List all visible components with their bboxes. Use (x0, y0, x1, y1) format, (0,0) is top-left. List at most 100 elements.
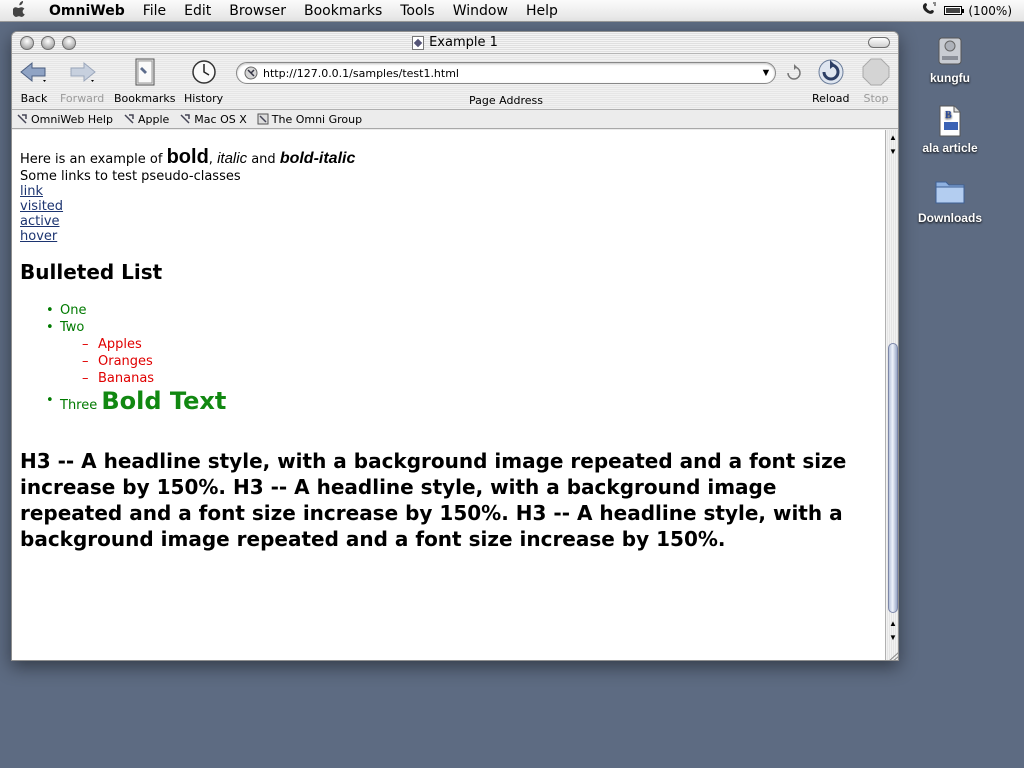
menu-app-name[interactable]: OmniWeb (40, 3, 134, 19)
text-document-icon: B (939, 105, 961, 137)
reload-icon (818, 59, 844, 85)
bold-italic-example: bold-italic (279, 150, 356, 167)
desktop-icon-kungfu[interactable]: kungfu (900, 34, 1000, 85)
link-active[interactable]: active (20, 214, 60, 229)
intro-and: and (247, 152, 280, 167)
menu-bar: OmniWeb File Edit Browser Bookmarks Tool… (0, 0, 1024, 22)
list-item-label: One (60, 303, 87, 318)
scroll-down-arrow-icon[interactable]: ▼ (886, 146, 898, 158)
small-refresh-icon[interactable] (786, 64, 802, 82)
history-label: History (184, 92, 224, 105)
bookmark-label: The Omni Group (271, 112, 363, 126)
menu-bookmarks[interactable]: Bookmarks (295, 3, 391, 19)
window-title-group: Example 1 (412, 35, 498, 50)
forward-arrow-icon (70, 61, 96, 83)
link-visited[interactable]: visited (20, 199, 63, 214)
nested-list-item: Bananas (82, 370, 877, 387)
toolbar-toggle-button[interactable] (868, 37, 890, 48)
nested-list-item: Oranges (82, 353, 877, 370)
minimize-window-button[interactable] (41, 36, 55, 50)
link-link[interactable]: link (20, 184, 43, 199)
menu-window[interactable]: Window (444, 3, 517, 19)
stop-button[interactable]: Stop (860, 56, 892, 105)
forward-button[interactable]: Forward (60, 56, 104, 105)
title-bar[interactable]: Example 1 (12, 32, 898, 54)
svg-text:B: B (945, 110, 952, 121)
desktop-icon-label: Downloads (917, 211, 982, 225)
menu-browser[interactable]: Browser (220, 3, 295, 19)
address-bar[interactable]: ▼ (236, 62, 776, 84)
scroll-thumb[interactable] (888, 343, 898, 613)
intro-comma: , (208, 152, 218, 167)
back-button[interactable]: Back (18, 56, 50, 105)
battery-fill (946, 8, 961, 13)
bold-text: Bold Text (101, 387, 227, 415)
bookmark-link-icon (124, 114, 134, 124)
reload-label: Reload (812, 92, 850, 105)
browser-window: Example 1 Back Forward Bookmarks History… (11, 31, 899, 661)
list-item-two: Two Apples Oranges Bananas (46, 319, 877, 387)
scroll-up-arrow-icon[interactable]: ▲ (886, 618, 898, 630)
bookmark-apple[interactable]: Apple (123, 113, 169, 126)
link-hover[interactable]: hover (20, 229, 57, 244)
url-input[interactable] (263, 66, 757, 80)
zoom-window-button[interactable] (62, 36, 76, 50)
bookmarks-label: Bookmarks (114, 92, 176, 105)
bold-example: bold (166, 146, 209, 168)
bookmark-link-icon (17, 114, 27, 124)
list-item-label: Two (60, 320, 85, 335)
menu-help[interactable]: Help (517, 3, 567, 19)
menu-tools[interactable]: Tools (391, 3, 444, 19)
bookmark-mac-os-x[interactable]: Mac OS X (179, 113, 247, 126)
folder-icon (935, 181, 965, 204)
menu-file[interactable]: File (134, 3, 175, 19)
bookmark-omni-group[interactable]: The Omni Group (257, 113, 362, 126)
battery-icon[interactable] (944, 6, 965, 15)
vertical-scrollbar[interactable]: ▲ ▼ ▲ ▼ (885, 130, 898, 660)
stop-octagon-icon (862, 58, 890, 86)
page-address-label: Page Address (469, 94, 543, 107)
reload-button[interactable]: Reload (812, 56, 849, 105)
phone-icon[interactable] (922, 2, 938, 19)
battery-percentage[interactable]: (100%) (968, 4, 1012, 18)
address-dropdown-arrow-icon[interactable]: ▼ (757, 67, 775, 79)
desktop-icon-ala-article[interactable]: B ala article (900, 104, 1000, 155)
scroll-down-arrow-icon[interactable]: ▼ (886, 632, 898, 644)
back-label: Back (20, 92, 48, 105)
bulleted-list-heading: Bulleted List (20, 260, 163, 284)
nested-list-item: Apples (82, 336, 877, 353)
bookmarks-bar: OmniWeb Help Apple Mac OS X The Omni Gro… (12, 110, 898, 129)
bulleted-list: One Two Apples Oranges Bananas Three Bol… (46, 302, 877, 420)
document-proxy-icon[interactable] (412, 35, 425, 50)
bookmark-folder-icon (257, 113, 269, 125)
close-window-button[interactable] (20, 36, 34, 50)
links-heading: Some links to test pseudo-classes (20, 169, 241, 184)
history-button[interactable]: History (184, 56, 223, 105)
menu-edit[interactable]: Edit (175, 3, 220, 19)
window-title: Example 1 (429, 35, 498, 50)
bookmark-label: Apple (137, 112, 170, 126)
bookmark-link-icon (180, 114, 191, 124)
window-controls (20, 36, 76, 50)
desktop-icon-label: kungfu (930, 71, 970, 85)
apple-menu-icon[interactable] (0, 0, 40, 21)
scroll-up-arrow-icon[interactable]: ▲ (886, 132, 898, 144)
back-arrow-icon (20, 61, 46, 83)
list-item-label: Three (60, 398, 102, 413)
forward-label: Forward (60, 92, 105, 105)
intro-paragraph: Here is an example of bold, italic and b… (20, 146, 877, 169)
desktop-icon-label: ala article (922, 141, 978, 155)
list-item-one: One (46, 302, 877, 319)
desktop-icon-downloads[interactable]: Downloads (900, 174, 1000, 225)
bookmarks-book-icon (135, 58, 155, 86)
bookmark-omniweb-help[interactable]: OmniWeb Help (16, 113, 113, 126)
bookmark-label: OmniWeb Help (31, 112, 113, 126)
intro-prefix: Here is an example of (20, 152, 167, 167)
menu-extras: (100%) (922, 2, 1024, 19)
toolbar: Back Forward Bookmarks History http://12… (12, 54, 898, 110)
bookmarks-button[interactable]: Bookmarks (114, 56, 175, 105)
resize-grip-icon[interactable] (885, 650, 899, 661)
nested-list: Apples Oranges Bananas (82, 336, 877, 387)
site-icon (244, 66, 258, 80)
list-item-three: Three Bold Text (46, 387, 877, 420)
